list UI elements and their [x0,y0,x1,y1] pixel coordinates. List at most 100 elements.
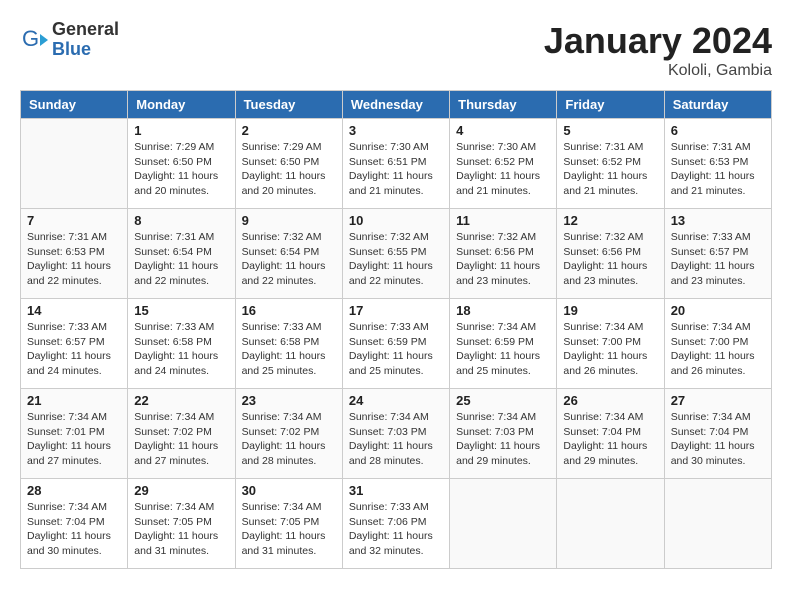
day-info: Sunrise: 7:31 AM Sunset: 6:52 PM Dayligh… [563,140,657,199]
day-number: 8 [134,213,228,228]
day-number: 30 [242,483,336,498]
weekday-header: Monday [128,91,235,119]
calendar-day-cell: 28 Sunrise: 7:34 AM Sunset: 7:04 PM Dayli… [21,479,128,569]
day-info: Sunrise: 7:30 AM Sunset: 6:51 PM Dayligh… [349,140,443,199]
day-number: 9 [242,213,336,228]
calendar-day-cell: 11Sunrise: 7:32 AM Sunset: 6:56 PM Dayli… [450,209,557,299]
day-info: Sunrise: 7:33 AM Sunset: 6:57 PM Dayligh… [671,230,765,289]
day-info: Sunrise: 7:32 AM Sunset: 6:55 PM Dayligh… [349,230,443,289]
day-number: 26 [563,393,657,408]
weekday-header: Sunday [21,91,128,119]
calendar-day-cell: 31Sunrise: 7:33 AM Sunset: 7:06 PM Dayli… [342,479,449,569]
day-info: Sunrise: 7:34 AM Sunset: 7:05 PM Dayligh… [242,500,336,559]
calendar-day-cell: 16 Sunrise: 7:33 AM Sunset: 6:58 PM Dayli… [235,299,342,389]
calendar-week-row: 1 Sunrise: 7:29 AM Sunset: 6:50 PM Daylig… [21,119,772,209]
day-number: 10 [349,213,443,228]
day-info: Sunrise: 7:30 AM Sunset: 6:52 PM Dayligh… [456,140,550,199]
day-info: Sunrise: 7:34 AM Sunset: 6:59 PM Dayligh… [456,320,550,379]
calendar-day-cell [450,479,557,569]
day-number: 12 [563,213,657,228]
logo-icon: G [20,26,48,54]
calendar-day-cell: 25 Sunrise: 7:34 AM Sunset: 7:03 PM Dayli… [450,389,557,479]
calendar-day-cell: 19 Sunrise: 7:34 AM Sunset: 7:00 PM Dayli… [557,299,664,389]
day-number: 28 [27,483,121,498]
weekday-header: Tuesday [235,91,342,119]
calendar-day-cell: 22Sunrise: 7:34 AM Sunset: 7:02 PM Dayli… [128,389,235,479]
day-info: Sunrise: 7:34 AM Sunset: 7:01 PM Dayligh… [27,410,121,469]
day-number: 6 [671,123,765,138]
title-block: January 2024 Kololi, Gambia [544,20,772,80]
calendar-day-cell: 18Sunrise: 7:34 AM Sunset: 6:59 PM Dayli… [450,299,557,389]
calendar-day-cell: 17Sunrise: 7:33 AM Sunset: 6:59 PM Dayli… [342,299,449,389]
day-number: 13 [671,213,765,228]
weekday-header: Thursday [450,91,557,119]
day-info: Sunrise: 7:34 AM Sunset: 7:04 PM Dayligh… [563,410,657,469]
day-number: 16 [242,303,336,318]
calendar-day-cell: 23Sunrise: 7:34 AM Sunset: 7:02 PM Dayli… [235,389,342,479]
calendar-day-cell: 2 Sunrise: 7:29 AM Sunset: 6:50 PM Daylig… [235,119,342,209]
calendar-week-row: 21 Sunrise: 7:34 AM Sunset: 7:01 PM Dayli… [21,389,772,479]
logo-blue-text: Blue [52,40,119,60]
day-info: Sunrise: 7:33 AM Sunset: 7:06 PM Dayligh… [349,500,443,559]
day-info: Sunrise: 7:33 AM Sunset: 6:58 PM Dayligh… [242,320,336,379]
day-number: 1 [134,123,228,138]
weekday-header: Friday [557,91,664,119]
calendar-day-cell: 27 Sunrise: 7:34 AM Sunset: 7:04 PM Dayli… [664,389,771,479]
day-number: 27 [671,393,765,408]
calendar-header-row: SundayMondayTuesdayWednesdayThursdayFrid… [21,91,772,119]
day-info: Sunrise: 7:31 AM Sunset: 6:54 PM Dayligh… [134,230,228,289]
page-header: G General Blue January 2024 Kololi, Gamb… [20,20,772,80]
weekday-header: Wednesday [342,91,449,119]
calendar-day-cell: 21 Sunrise: 7:34 AM Sunset: 7:01 PM Dayli… [21,389,128,479]
calendar-day-cell [664,479,771,569]
logo-general-text: General [52,20,119,40]
calendar-week-row: 7Sunrise: 7:31 AM Sunset: 6:53 PM Daylig… [21,209,772,299]
day-info: Sunrise: 7:34 AM Sunset: 7:04 PM Dayligh… [671,410,765,469]
day-number: 29 [134,483,228,498]
day-info: Sunrise: 7:34 AM Sunset: 7:00 PM Dayligh… [671,320,765,379]
day-info: Sunrise: 7:31 AM Sunset: 6:53 PM Dayligh… [671,140,765,199]
day-info: Sunrise: 7:29 AM Sunset: 6:50 PM Dayligh… [242,140,336,199]
calendar-day-cell [557,479,664,569]
calendar-day-cell: 30 Sunrise: 7:34 AM Sunset: 7:05 PM Dayli… [235,479,342,569]
calendar-day-cell: 15Sunrise: 7:33 AM Sunset: 6:58 PM Dayli… [128,299,235,389]
day-number: 4 [456,123,550,138]
calendar-day-cell: 14 Sunrise: 7:33 AM Sunset: 6:57 PM Dayli… [21,299,128,389]
calendar-week-row: 28 Sunrise: 7:34 AM Sunset: 7:04 PM Dayli… [21,479,772,569]
calendar-day-cell: 13 Sunrise: 7:33 AM Sunset: 6:57 PM Dayli… [664,209,771,299]
day-number: 2 [242,123,336,138]
calendar-day-cell: 6 Sunrise: 7:31 AM Sunset: 6:53 PM Daylig… [664,119,771,209]
calendar-day-cell: 29Sunrise: 7:34 AM Sunset: 7:05 PM Dayli… [128,479,235,569]
day-info: Sunrise: 7:33 AM Sunset: 6:59 PM Dayligh… [349,320,443,379]
logo: G General Blue [20,20,119,60]
day-number: 11 [456,213,550,228]
day-number: 5 [563,123,657,138]
calendar-day-cell: 20 Sunrise: 7:34 AM Sunset: 7:00 PM Dayli… [664,299,771,389]
calendar-day-cell: 4 Sunrise: 7:30 AM Sunset: 6:52 PM Daylig… [450,119,557,209]
day-number: 23 [242,393,336,408]
day-number: 25 [456,393,550,408]
day-number: 21 [27,393,121,408]
calendar-body: 1 Sunrise: 7:29 AM Sunset: 6:50 PM Daylig… [21,119,772,569]
day-info: Sunrise: 7:32 AM Sunset: 6:56 PM Dayligh… [563,230,657,289]
calendar-day-cell: 3 Sunrise: 7:30 AM Sunset: 6:51 PM Daylig… [342,119,449,209]
calendar-day-cell: 9Sunrise: 7:32 AM Sunset: 6:54 PM Daylig… [235,209,342,299]
day-number: 20 [671,303,765,318]
location: Kololi, Gambia [544,62,772,80]
day-info: Sunrise: 7:33 AM Sunset: 6:57 PM Dayligh… [27,320,121,379]
calendar-day-cell: 26 Sunrise: 7:34 AM Sunset: 7:04 PM Dayli… [557,389,664,479]
calendar-day-cell: 1Sunrise: 7:29 AM Sunset: 6:50 PM Daylig… [128,119,235,209]
calendar-day-cell: 5 Sunrise: 7:31 AM Sunset: 6:52 PM Daylig… [557,119,664,209]
calendar-day-cell: 24Sunrise: 7:34 AM Sunset: 7:03 PM Dayli… [342,389,449,479]
day-number: 22 [134,393,228,408]
day-info: Sunrise: 7:34 AM Sunset: 7:00 PM Dayligh… [563,320,657,379]
day-info: Sunrise: 7:31 AM Sunset: 6:53 PM Dayligh… [27,230,121,289]
day-info: Sunrise: 7:34 AM Sunset: 7:03 PM Dayligh… [456,410,550,469]
day-number: 14 [27,303,121,318]
calendar-day-cell: 10 Sunrise: 7:32 AM Sunset: 6:55 PM Dayli… [342,209,449,299]
day-number: 3 [349,123,443,138]
day-info: Sunrise: 7:34 AM Sunset: 7:04 PM Dayligh… [27,500,121,559]
day-number: 19 [563,303,657,318]
calendar-table: SundayMondayTuesdayWednesdayThursdayFrid… [20,90,772,569]
calendar-week-row: 14 Sunrise: 7:33 AM Sunset: 6:57 PM Dayli… [21,299,772,389]
